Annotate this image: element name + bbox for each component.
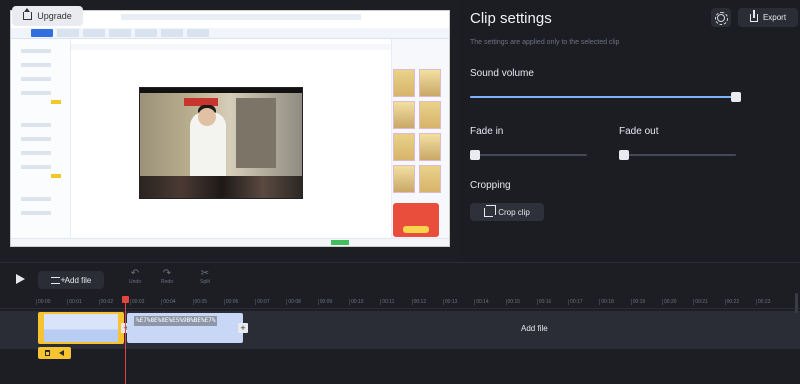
append-plus-icon[interactable]: + [238,323,248,333]
ruler-tick: 00:02 [98,299,114,305]
clip-name: %E7%8E%8E%E5%9B%BE%E7% [134,316,218,326]
ruler-tick: 00:23 [755,299,771,305]
selected-clip[interactable] [38,312,124,344]
frame-tab [31,29,53,37]
frame-tab [109,29,131,37]
add-file-label: Add file [64,275,92,285]
ruler-tick: 00:19 [630,299,646,305]
ruler-tick: 00:05 [192,299,208,305]
frame-toolbar [31,44,449,50]
upgrade-button[interactable]: Upgrade [12,6,83,26]
split-button[interactable]: ✂ Split [193,268,217,285]
scissors-icon: ✂ [200,268,210,279]
crop-clip-button[interactable]: Crop clip [470,203,544,221]
clip-mini-controls [38,347,71,359]
undo-button[interactable]: ↶ Undo [123,268,147,285]
frame-sidebar [11,39,71,246]
frame-tab [83,29,105,37]
frame-tab [161,29,183,37]
sound-volume-knob[interactable] [731,92,741,102]
add-file-button[interactable]: Add file [38,271,104,289]
redo-button[interactable]: ↷ Redo [155,268,179,285]
frame-tab [187,29,209,37]
ruler-tick: 00:04 [161,299,176,305]
fade-in-label: Fade in [470,126,504,137]
sound-volume-label: Sound volume [470,68,534,79]
add-list-icon [50,275,66,285]
frame-status-bar [11,238,449,246]
playhead[interactable] [122,296,129,384]
fade-in-slider[interactable] [470,150,587,160]
ruler-tick: 00:08 [286,299,301,305]
ruler-tick: 00:11 [380,299,395,305]
trash-icon[interactable] [45,350,51,356]
clip-settings-subtitle: The settings are applied only to the sel… [470,39,620,46]
undo-icon: ↶ [130,268,140,279]
export-label: Export [762,13,787,22]
fade-out-knob[interactable] [619,150,629,160]
ruler-tick: 00:17 [568,299,583,305]
frame-tabs [11,28,449,39]
export-button[interactable]: Export [738,8,798,27]
ruler-tick: 00:06 [223,299,239,305]
clip-settings-panel: Clip settings Export The settings are ap… [458,0,800,262]
ruler-tick: 00:15 [505,299,521,305]
settings-button[interactable] [711,8,731,27]
frame-thumbnails [393,69,443,193]
crown-icon [23,8,33,20]
time-ruler: 00:00 00:01 00:02 00:03 00:04 00:05 00:06 00:07… [0,296,800,309]
ruler-tick: 00:21 [693,299,708,305]
clip-settings-title: Clip settings [470,10,552,27]
ruler-tick: 00:16 [536,299,552,305]
ruler-tick: 00:22 [724,299,740,305]
gear-icon [715,11,728,25]
undo-label: Undo [129,279,141,285]
fade-in-knob[interactable] [470,150,480,160]
top-area: Upgrade Clip settings Export The setting… [0,0,800,262]
frame-tab [135,29,157,37]
ruler-tick: 00:07 [255,299,270,305]
ruler-tick: 00:14 [474,299,489,305]
cropping-label: Cropping [470,180,511,191]
ruler-tick: 00:20 [662,299,677,305]
clip[interactable]: %E7%8E%8E%E5%9B%BE%E7% [127,313,243,343]
upgrade-label: Upgrade [37,11,72,21]
frame-title-bar [121,14,361,20]
fade-out-label: Fade out [619,126,659,137]
ruler-tick: 00:00 [36,299,51,305]
fade-out-slider[interactable] [619,150,736,160]
ruler-tick: 00:10 [349,299,364,305]
ruler-tick: 00:09 [317,299,333,305]
ruler-tick: 00:01 [67,299,82,305]
ruler-tick: 00:18 [599,299,614,305]
sound-volume-fill [470,96,736,98]
frame-tab [57,29,79,37]
track-add-file[interactable]: Add file [521,324,548,333]
split-label: Split [200,279,210,285]
ruler-tick: 00:12 [411,299,427,305]
preview-frame [10,10,450,247]
speaker-icon[interactable] [58,350,64,356]
clip-handle-left[interactable] [39,314,44,342]
ruler-tick: 00:03 [129,299,145,305]
redo-label: Redo [161,279,173,285]
crop-clip-label: Crop clip [498,207,530,217]
preview-panel: Upgrade [0,0,458,262]
crop-icon [484,204,497,217]
sound-volume-slider[interactable] [470,92,741,102]
frame-ad-banner [393,203,439,237]
export-icon [749,9,758,22]
timeline: Add file ↶ Undo ↷ Redo ✂ Split 00:0000:0… [0,262,800,384]
play-icon[interactable] [16,274,25,284]
video-editor: Upgrade Clip settings Export The setting… [0,0,800,384]
video-frame [139,87,303,199]
redo-icon: ↷ [162,268,172,279]
timeline-scrollbar[interactable] [795,293,798,313]
ruler-tick: 00:13 [442,299,458,305]
